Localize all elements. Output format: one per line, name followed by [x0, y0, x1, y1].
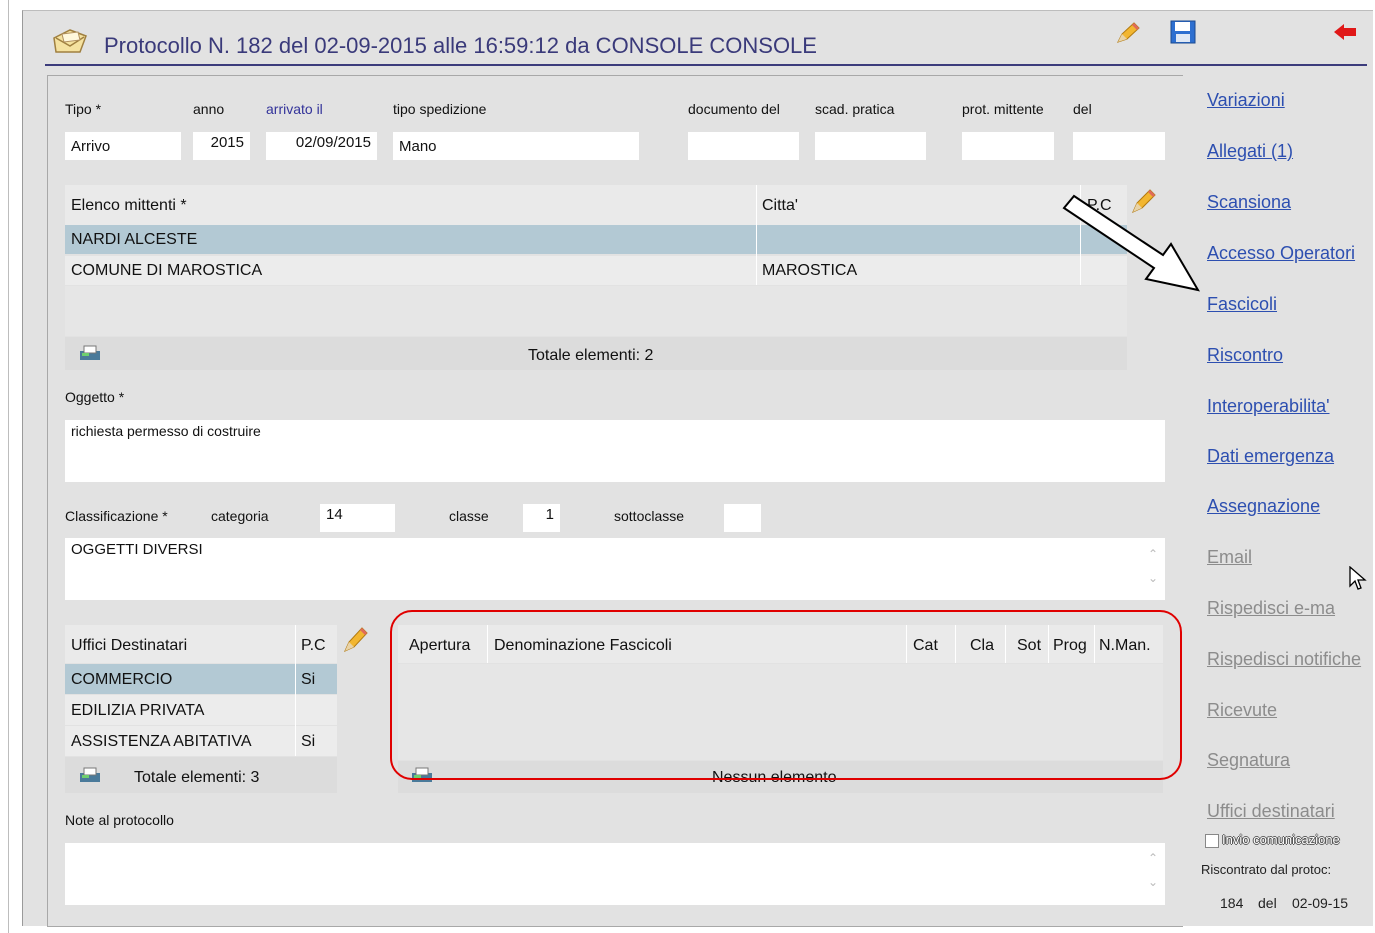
mittente-nome: NARDI ALCESTE — [71, 231, 198, 248]
classe-field[interactable]: 1 — [523, 504, 560, 532]
scad-pratica-field[interactable] — [815, 132, 926, 160]
del-label: del — [1073, 101, 1092, 117]
riscontro-del: del — [1258, 895, 1277, 911]
mittente-citta: MAROSTICA — [762, 262, 858, 279]
page-title: Protocollo N. 182 del 02-09-2015 alle 16… — [104, 33, 817, 58]
oggetto-label: Oggetto * — [65, 389, 125, 405]
anno-field[interactable]: 2015 — [193, 132, 250, 160]
scroll-down-icon[interactable]: ⌄ — [1143, 566, 1163, 590]
tipo-label: Tipo * — [65, 101, 102, 117]
categoria-field[interactable]: 14 — [320, 504, 395, 532]
uffici-col-pc[interactable]: P.C — [301, 637, 326, 655]
tipo-field[interactable]: Arrivo — [65, 132, 181, 160]
sidebar-link-accesso-operatori[interactable]: Accesso Operatori — [1207, 243, 1355, 264]
invio-comunicazione-checkbox[interactable] — [1205, 834, 1219, 848]
riscontro-label: Riscontrato dal protoc: — [1201, 862, 1332, 877]
annotation-arrow — [1050, 192, 1210, 302]
classificazione-label: Classificazione * — [65, 508, 168, 524]
oggetto-field[interactable]: richiesta permesso di costruire — [65, 420, 1165, 482]
sidebar-link-uffici-destinatari[interactable]: Uffici destinatari — [1207, 801, 1335, 822]
save-floppy-icon[interactable] — [1170, 20, 1196, 49]
sidebar-link-rispedisci-notifiche[interactable]: Rispedisci notifiche — [1207, 649, 1361, 670]
sidebar-link-fascicoli[interactable]: Fascicoli — [1207, 294, 1277, 315]
mittenti-empty-area — [65, 286, 1127, 336]
mittenti-col-citta[interactable]: Citta' — [762, 197, 798, 215]
prot-mittente-label: prot. mittente — [962, 101, 1044, 117]
ufficio-nome: COMMERCIO — [71, 671, 173, 688]
sidebar-link-email[interactable]: Email — [1207, 547, 1252, 568]
documento-date-field[interactable] — [688, 132, 799, 160]
sottoclasse-field[interactable] — [724, 504, 761, 532]
ufficio-nome: ASSISTENZA ABITATIVA — [71, 733, 252, 750]
edit-pencil-icon[interactable] — [1114, 20, 1142, 51]
del-date-field[interactable] — [1073, 132, 1165, 160]
mittenti-totale: Totale elementi: 2 — [528, 347, 654, 364]
uffici-totale: Totale elementi: 3 — [134, 769, 260, 786]
exit-arrow-icon[interactable] — [1332, 22, 1358, 47]
spedizione-field[interactable]: Mano — [393, 132, 639, 160]
sottoclasse-label: sottoclasse — [614, 508, 685, 524]
categoria-label: categoria — [211, 508, 269, 524]
sidebar-link-segnatura[interactable]: Segnatura — [1207, 750, 1290, 771]
classe-label: classe — [449, 508, 489, 524]
sidebar-link-assegnazione[interactable]: Assegnazione — [1207, 496, 1320, 517]
sidebar-link-ricevute[interactable]: Ricevute — [1207, 700, 1277, 721]
scroll-up-icon[interactable]: ⌃ — [1143, 542, 1163, 566]
printer-icon[interactable] — [78, 766, 102, 789]
scrollbar[interactable]: ⌃ ⌄ — [1143, 542, 1163, 598]
sidebar-link-interoperabilita[interactable]: Interoperabilita' — [1207, 396, 1330, 417]
sidebar-link-riscontro[interactable]: Riscontro — [1207, 345, 1283, 366]
scrollbar[interactable]: ⌃ ⌄ — [1143, 846, 1163, 902]
ufficio-pc: Si — [301, 733, 316, 750]
prot-mittente-field[interactable] — [962, 132, 1054, 160]
note-label: Note al protocollo — [65, 812, 174, 828]
sidebar-link-allegati[interactable]: Allegati (1) — [1207, 141, 1293, 162]
column-divider — [756, 185, 757, 285]
column-divider — [295, 625, 296, 756]
riscontro-data: 02-09-15 — [1292, 895, 1349, 911]
mittente-nome: COMUNE DI MAROSTICA — [71, 262, 263, 279]
ufficio-nome: EDILIZIA PRIVATA — [71, 702, 205, 719]
mouse-cursor-icon — [1349, 565, 1367, 597]
riscontro-num: 184 — [1220, 895, 1244, 911]
scroll-up-icon[interactable]: ⌃ — [1143, 846, 1163, 870]
ufficio-pc: Si — [301, 671, 316, 688]
scad-label: scad. pratica — [815, 101, 895, 117]
uffici-col-nome[interactable]: Uffici Destinatari — [71, 637, 187, 655]
sidebar-link-variazioni[interactable]: Variazioni — [1207, 90, 1285, 111]
sidebar-link-dati-emergenza[interactable]: Dati emergenza — [1207, 446, 1334, 467]
sidebar: Variazioni Allegati (1) Scansiona Access… — [1200, 80, 1370, 925]
spedizione-label: tipo spedizione — [393, 101, 487, 117]
note-field[interactable] — [65, 843, 1165, 905]
sidebar-link-scansiona[interactable]: Scansiona — [1207, 192, 1291, 213]
sidebar-link-rispedisci-email[interactable]: Rispedisci e-ma — [1207, 598, 1335, 619]
arrivato-label: arrivato il — [266, 101, 323, 117]
documento-label: documento del — [688, 101, 780, 117]
mittenti-header — [65, 185, 1127, 225]
classificazione-descrizione: OGGETTI DIVERSI — [65, 538, 1165, 600]
window-border — [8, 0, 9, 933]
mittenti-col-nome[interactable]: Elenco mittenti * — [71, 197, 187, 215]
scroll-down-icon[interactable]: ⌄ — [1143, 870, 1163, 894]
arrivato-date-field[interactable]: 02/09/2015 — [266, 132, 377, 160]
uffici-edit-pencil-icon[interactable] — [342, 624, 370, 659]
invio-comunicazione-label: Invio comunicazione — [1222, 832, 1340, 847]
anno-label: anno — [193, 101, 225, 117]
fascicoli-highlight-annotation — [390, 610, 1182, 780]
envelope-icon — [50, 26, 90, 61]
table-row[interactable] — [65, 225, 1127, 254]
printer-icon[interactable] — [78, 344, 102, 367]
title-divider — [45, 64, 1367, 66]
